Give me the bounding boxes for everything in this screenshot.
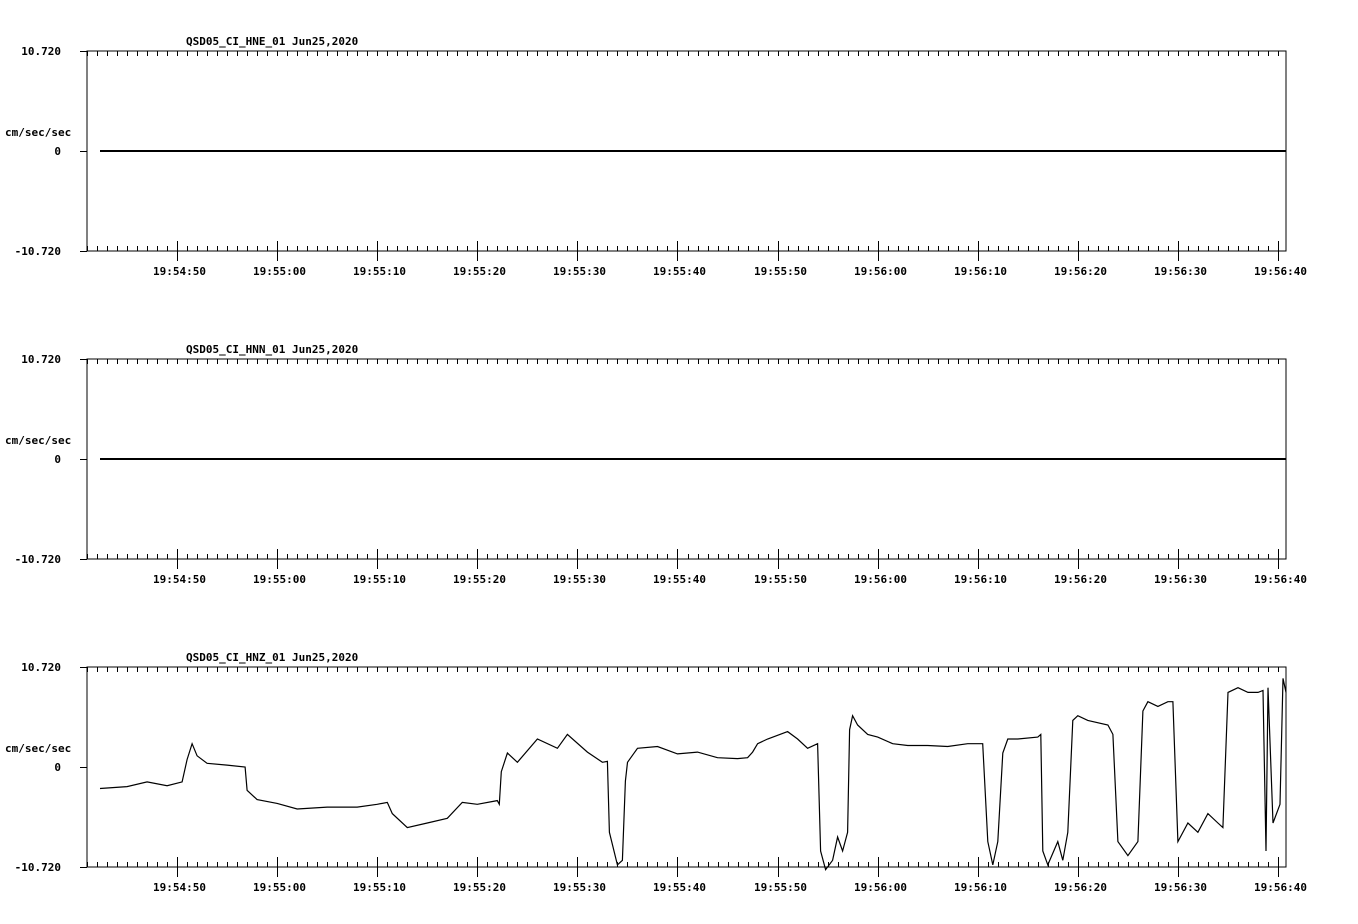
x-tick-label: 19:55:00	[253, 881, 306, 894]
x-tick-label: 19:56:00	[854, 265, 907, 278]
panel-title: QSD05_CI_HNE_01 Jun25,2020	[186, 35, 358, 48]
x-tick-label: 19:55:50	[754, 881, 807, 894]
waveform-trace	[99, 678, 1287, 871]
x-tick-label: 19:55:10	[353, 881, 406, 894]
y-tick-label-top: 10.720	[21, 45, 61, 58]
x-tick-label: 19:56:20	[1054, 881, 1107, 894]
y-tick-label-bottom: -10.720	[15, 245, 61, 258]
x-tick-label: 19:56:30	[1154, 573, 1207, 586]
y-tick-label-zero: 0	[54, 453, 61, 466]
x-tick-label: 19:56:30	[1154, 265, 1207, 278]
x-tick-label: 19:55:00	[253, 573, 306, 586]
x-tick-label: 19:55:20	[453, 265, 506, 278]
seismogram-panel-hne: QSD05_CI_HNE_01 Jun25,2020 cm/sec/sec 10…	[5, 35, 1307, 278]
y-axis-label: cm/sec/sec	[5, 742, 71, 755]
x-tick-label: 19:56:10	[954, 265, 1007, 278]
x-tick-label: 19:55:10	[353, 265, 406, 278]
x-tick-label: 19:54:50	[153, 265, 206, 278]
x-tick-label: 19:55:10	[353, 573, 406, 586]
x-tick-label: 19:56:40	[1254, 265, 1307, 278]
x-tick-label: 19:56:20	[1054, 573, 1107, 586]
x-tick-label: 19:56:00	[854, 573, 907, 586]
y-axis-label: cm/sec/sec	[5, 126, 71, 139]
x-tick-label: 19:56:20	[1054, 265, 1107, 278]
panel-title: QSD05_CI_HNN_01 Jun25,2020	[186, 343, 358, 356]
y-tick-label-bottom: -10.720	[15, 553, 61, 566]
x-tick-label: 19:56:40	[1254, 573, 1307, 586]
x-tick-label: 19:55:30	[553, 265, 606, 278]
x-tick-label: 19:55:30	[553, 881, 606, 894]
x-tick-label: 19:55:00	[253, 265, 306, 278]
seismogram-figure: QSD05_CI_HNE_01 Jun25,2020 cm/sec/sec 10…	[5, 35, 1307, 894]
x-tick-label: 19:56:40	[1254, 881, 1307, 894]
y-tick-label-zero: 0	[54, 761, 61, 774]
seismogram-panel-hnn: QSD05_CI_HNN_01 Jun25,2020 cm/sec/sec 10…	[5, 343, 1307, 586]
y-tick-label-top: 10.720	[21, 661, 61, 674]
panel-title: QSD05_CI_HNZ_01 Jun25,2020	[186, 651, 358, 664]
y-tick-label-zero: 0	[54, 145, 61, 158]
x-tick-label: 19:56:10	[954, 881, 1007, 894]
x-tick-label: 19:55:20	[453, 881, 506, 894]
x-tick-label: 19:55:40	[653, 881, 706, 894]
x-tick-label: 19:55:20	[453, 573, 506, 586]
x-tick-label: 19:56:30	[1154, 881, 1207, 894]
y-axis-label: cm/sec/sec	[5, 434, 71, 447]
x-tick-label: 19:55:50	[754, 573, 807, 586]
x-tick-label: 19:56:10	[954, 573, 1007, 586]
y-tick-label-bottom: -10.720	[15, 861, 61, 874]
x-tick-label: 19:55:50	[754, 265, 807, 278]
x-tick-label: 19:55:40	[653, 573, 706, 586]
plot-frame	[86, 666, 1287, 868]
x-tick-label: 19:56:00	[854, 881, 907, 894]
seismogram-panel-hnz: QSD05_CI_HNZ_01 Jun25,2020 cm/sec/sec 10…	[5, 651, 1307, 894]
x-tick-label: 19:54:50	[153, 573, 206, 586]
x-tick-label: 19:55:30	[553, 573, 606, 586]
y-tick-label-top: 10.720	[21, 353, 61, 366]
x-tick-label: 19:54:50	[153, 881, 206, 894]
x-tick-label: 19:55:40	[653, 265, 706, 278]
